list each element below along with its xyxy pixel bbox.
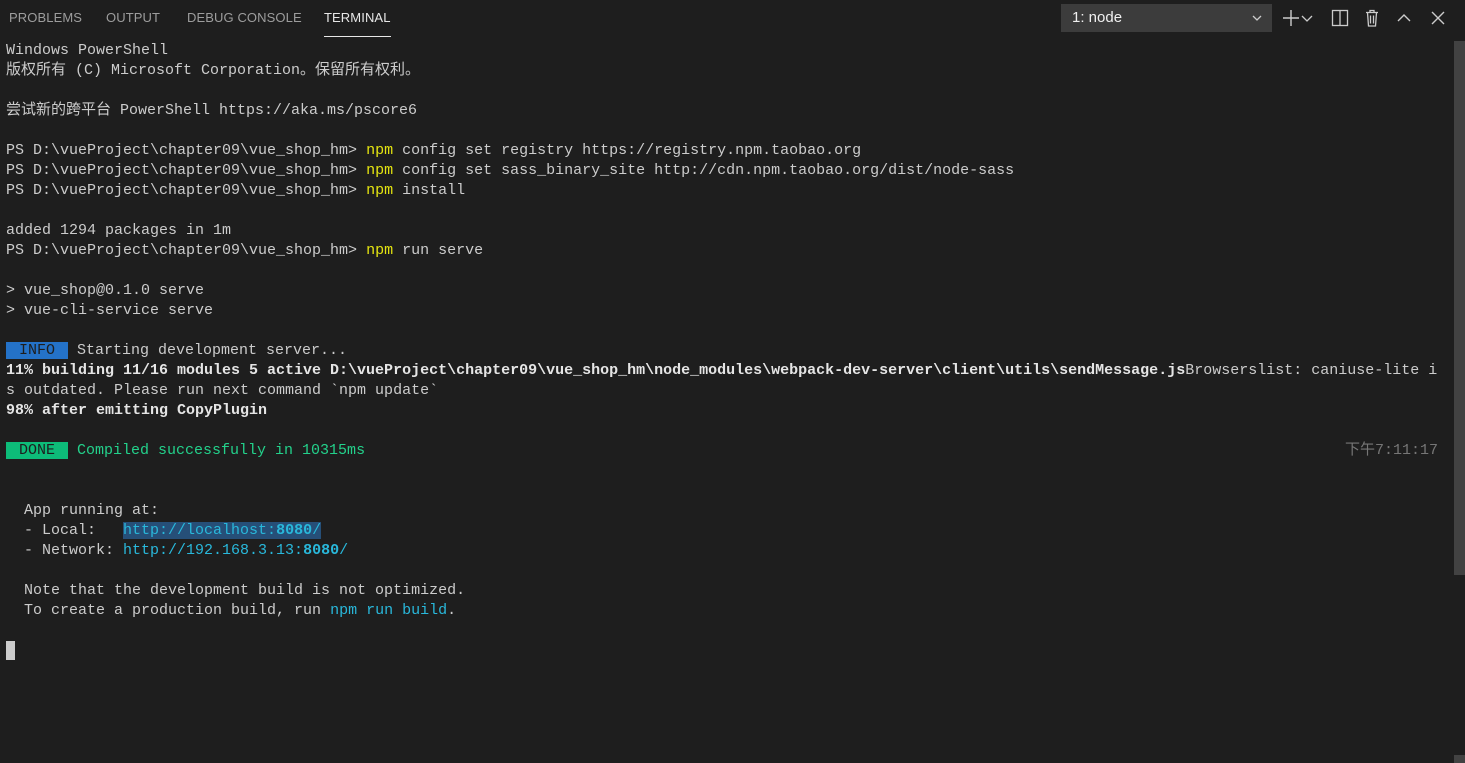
scrollbar-end [1454,755,1465,763]
panel-header: PROBLEMS OUTPUT DEBUG CONSOLE TERMINAL 1… [0,0,1465,37]
tab-terminal[interactable]: TERMINAL [324,0,391,37]
timestamp: 下午7:11:17 [1344,442,1438,459]
chevron-down-icon [1252,15,1262,21]
scrollbar-thumb[interactable] [1454,41,1465,575]
tab-output[interactable]: OUTPUT [106,0,160,37]
done-text: Compiled successfully in 10315ms [68,442,366,459]
local-url-link[interactable]: http://localhost:8080/ [123,522,322,539]
network-url-end: / [339,542,349,559]
terminal-line: 11% building 11/16 modules 5 active D:\v… [6,361,1446,381]
network-url-host: http://192.168.3.13: [123,542,304,559]
note-text: To create a production build, run [6,602,331,619]
terminal-select-value: 1: node [1072,9,1123,26]
local-label: - Local: [6,522,124,539]
terminal-line [6,641,1446,661]
terminal-select-dropdown[interactable]: 1: node [1061,4,1272,32]
prompt: PS D:\vueProject\chapter09\vue_shop_hm> [6,242,367,259]
plus-icon[interactable] [1280,7,1302,29]
build-progress: 11% building 11/16 modules 5 active D:\v… [6,362,1186,379]
terminal-line: 98% after emitting CopyPlugin [6,402,268,419]
tab-debug-console[interactable]: DEBUG CONSOLE [187,0,302,37]
network-label: - Network: [6,542,124,559]
local-url-host: http://localhost: [123,522,277,539]
info-text: Starting development server... [68,342,348,359]
command-args: install [393,182,466,199]
close-icon[interactable] [1427,7,1449,29]
note-end: . [447,602,457,619]
network-url-link[interactable]: http://192.168.3.13:8080/ [123,542,348,559]
done-badge: DONE [6,442,69,459]
command-args: config set registry https://registry.npm… [393,142,862,159]
chevron-down-icon[interactable] [1300,7,1314,29]
prompt: PS D:\vueProject\chapter09\vue_shop_hm> [6,162,367,179]
prompt: PS D:\vueProject\chapter09\vue_shop_hm> [6,142,367,159]
trash-icon[interactable] [1361,7,1383,29]
browserslist-warning: Browserslist: caniuse-lite i [1185,362,1438,379]
local-url-end: / [312,522,322,539]
terminal-line: INFO Starting development server... [6,341,1446,361]
command-npm: npm [366,162,394,179]
terminal-line: PS D:\vueProject\chapter09\vue_shop_hm> … [6,141,1446,161]
terminal-line: DONE Compiled successfully in 10315ms 下午7… [6,441,1446,461]
tab-problems[interactable]: PROBLEMS [9,0,82,37]
terminal-line: Note that the development build is not o… [6,582,466,599]
terminal-line: s outdated. Please run next command `npm… [6,382,439,399]
terminal-line: > vue-cli-service serve [6,302,214,319]
terminal-output[interactable]: Windows PowerShell 版权所有 (C) Microsoft Co… [6,41,1446,759]
terminal-line: - Local: http://localhost:8080/ [6,521,1446,541]
terminal-line: 尝试新的跨平台 PowerShell https://aka.ms/pscore… [6,102,418,119]
split-icon[interactable] [1329,7,1351,29]
prompt: PS D:\vueProject\chapter09\vue_shop_hm> [6,182,367,199]
command-npm: npm [366,242,394,259]
command-args: config set sass_binary_site http://cdn.n… [393,162,1015,179]
command-npm: npm [366,142,394,159]
command-args: run serve [393,242,484,259]
build-command: npm run build [330,602,448,619]
terminal-line: Windows PowerShell [6,42,169,59]
terminal-line: > vue_shop@0.1.0 serve [6,282,205,299]
terminal-line: PS D:\vueProject\chapter09\vue_shop_hm> … [6,241,1446,261]
terminal-cursor [6,641,15,660]
terminal-line: PS D:\vueProject\chapter09\vue_shop_hm> … [6,161,1446,181]
command-npm: npm [366,182,394,199]
network-url-port: 8080 [303,542,340,559]
terminal-line: - Network: http://192.168.3.13:8080/ [6,541,1446,561]
terminal-line: To create a production build, run npm ru… [6,601,1446,621]
terminal-line: 版权所有 (C) Microsoft Corporation。保留所有权利。 [6,62,421,79]
terminal-line: App running at: [6,502,160,519]
terminal-line: PS D:\vueProject\chapter09\vue_shop_hm> … [6,181,1446,201]
local-url-port: 8080 [276,522,313,539]
chevron-up-icon[interactable] [1393,7,1415,29]
terminal-line: added 1294 packages in 1m [6,222,232,239]
info-badge: INFO [6,342,69,359]
